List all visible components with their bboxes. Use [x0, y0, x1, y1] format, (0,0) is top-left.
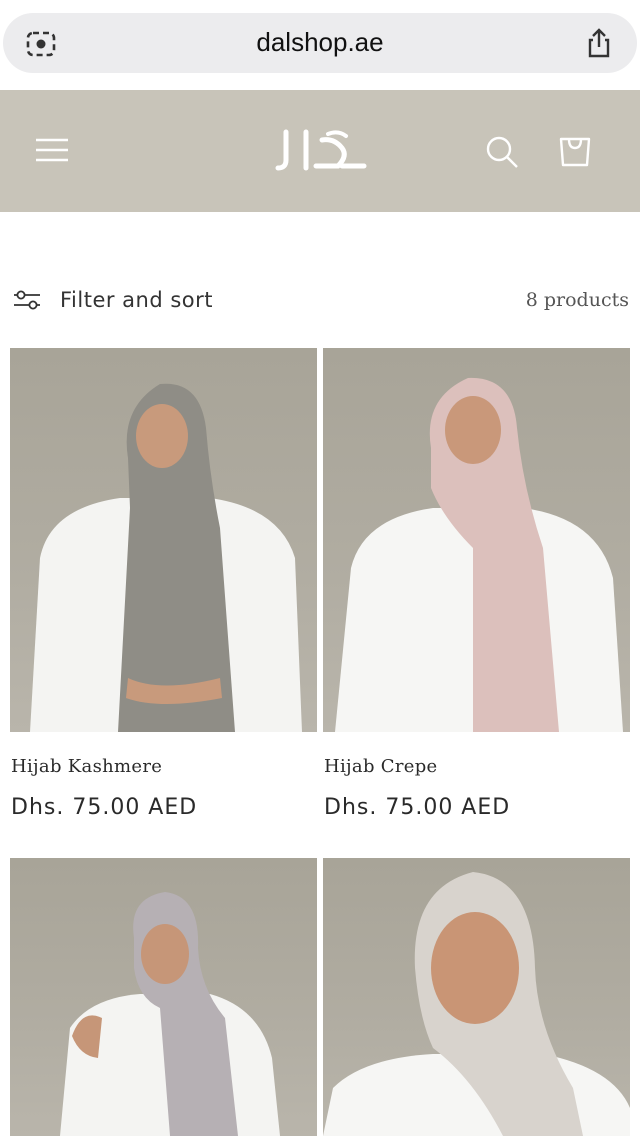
share-icon[interactable]: [583, 27, 615, 59]
cart-icon[interactable]: [556, 132, 594, 170]
url-field[interactable]: dalshop.ae: [3, 13, 637, 73]
filter-sliders-icon: [12, 287, 42, 313]
product-card[interactable]: [323, 858, 630, 1136]
filter-and-sort-button[interactable]: Filter and sort: [12, 278, 213, 322]
product-price: Dhs. 75.00 AED: [324, 795, 511, 820]
product-card[interactable]: Hijab Kashmere Dhs. 75.00 AED: [10, 348, 317, 820]
browser-address-bar: dalshop.ae: [0, 0, 640, 90]
product-title[interactable]: Hijab Kashmere: [11, 756, 317, 777]
product-card[interactable]: [10, 858, 317, 1136]
product-card[interactable]: Hijab Crepe Dhs. 75.00 AED: [323, 348, 630, 820]
filter-row: Filter and sort 8 products: [0, 278, 640, 322]
product-count: 8 products: [525, 289, 629, 311]
product-image[interactable]: [10, 348, 317, 732]
product-image[interactable]: [323, 348, 630, 732]
product-image[interactable]: [323, 858, 630, 1136]
store-header: [0, 90, 640, 212]
search-icon[interactable]: [484, 134, 520, 170]
url-text: dalshop.ae: [256, 27, 384, 57]
product-image[interactable]: [10, 858, 317, 1136]
filter-label: Filter and sort: [60, 288, 214, 312]
brand-logo[interactable]: [272, 126, 368, 176]
product-title[interactable]: Hijab Crepe: [324, 756, 630, 777]
product-price: Dhs. 75.00 AED: [11, 795, 198, 820]
hamburger-menu-icon[interactable]: [34, 132, 70, 168]
